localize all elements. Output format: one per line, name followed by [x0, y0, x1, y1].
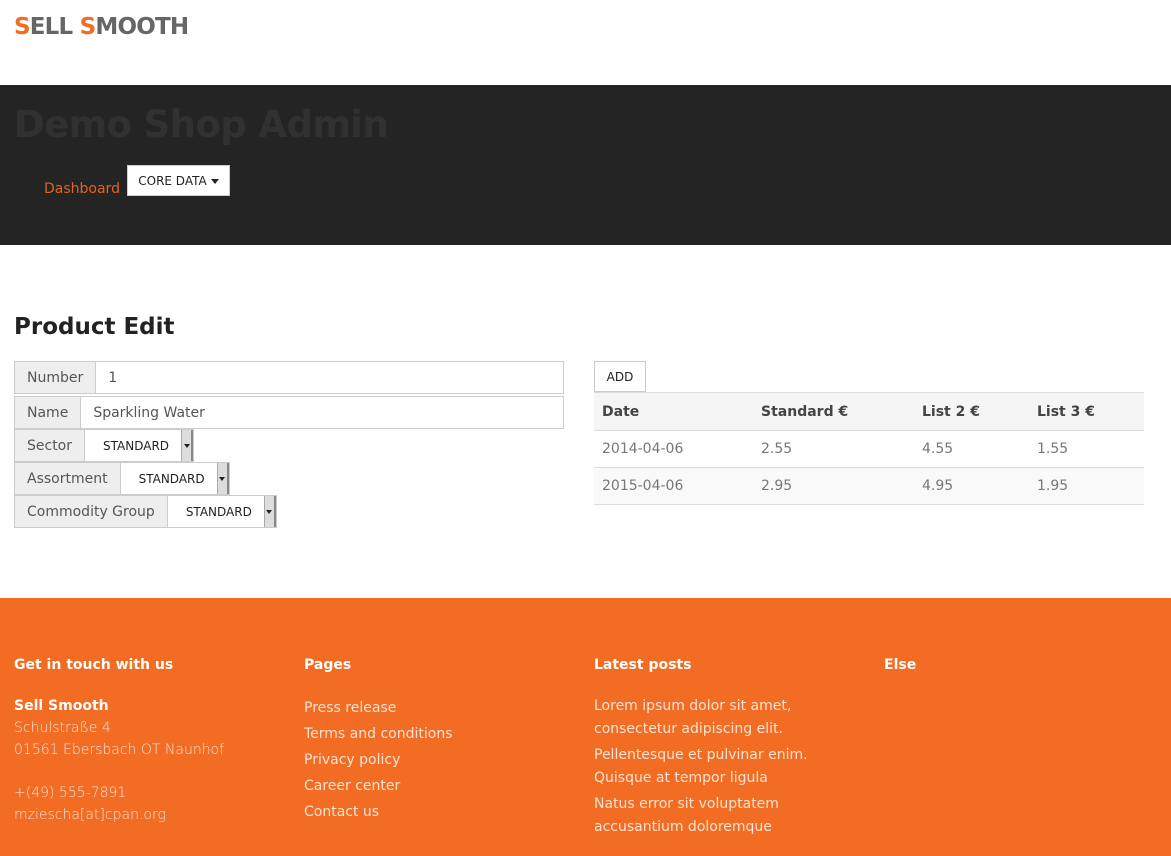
sector-field: Sector STANDARD: [14, 429, 195, 462]
table-header-row: Date Standard € List 2 € List 3 €: [594, 392, 1144, 431]
logo-letter-s2: S: [79, 14, 97, 40]
footer-link-privacy[interactable]: Privacy policy: [304, 747, 453, 773]
column-header-list2: List 2 €: [914, 392, 1029, 431]
caret-down-icon: [210, 179, 219, 184]
site-logo[interactable]: SELL SMOOTH: [14, 14, 189, 40]
cell-date: 2015-04-06: [594, 467, 753, 505]
commodity-group-value: STANDARD: [185, 504, 252, 519]
footer-else: Else: [884, 657, 916, 695]
name-field: Name Sparkling Water: [14, 396, 564, 429]
sector-value: STANDARD: [103, 438, 170, 453]
address-street: Schulstraße 4: [14, 720, 111, 736]
email-address[interactable]: mziescha[at]cpan.org: [14, 804, 224, 826]
footer-contact: Get in touch with us Sell Smooth Schulst…: [14, 657, 224, 826]
select-arrow-icon: [216, 463, 229, 494]
number-input[interactable]: 1: [96, 361, 564, 394]
footer-link-press-release[interactable]: Press release: [304, 695, 453, 721]
select-arrow-icon: [181, 430, 194, 461]
shop-title: Demo Shop Admin: [14, 103, 389, 146]
column-header-list3: List 3 €: [1029, 392, 1144, 431]
core-data-dropdown[interactable]: CORE DATA: [127, 165, 230, 196]
post-link[interactable]: Lorem ipsum dolor sit amet, consectetur …: [594, 695, 854, 741]
hero-banner: Demo Shop Admin Dashboard CORE DATA: [0, 85, 1171, 245]
commodity-group-label: Commodity Group: [14, 495, 168, 528]
footer-else-heading: Else: [884, 657, 917, 673]
logo-text-mooth: MOOTH: [95, 14, 189, 40]
table-row[interactable]: 2014-04-06 2.55 4.55 1.55: [594, 430, 1144, 468]
site-footer: Get in touch with us Sell Smooth Schulst…: [0, 598, 1171, 856]
footer-posts-heading: Latest posts: [594, 657, 692, 673]
post-link[interactable]: Natus error sit voluptatem accusantium d…: [594, 793, 854, 839]
core-data-label: CORE DATA: [138, 173, 207, 188]
cell-date: 2014-04-06: [594, 430, 753, 468]
commodity-group-select[interactable]: STANDARD: [167, 495, 277, 528]
column-header-date: Date: [594, 392, 753, 431]
price-table: Date Standard € List 2 € List 3 € 2014-0…: [594, 392, 1144, 505]
cell-standard: 2.95: [753, 467, 914, 505]
name-label: Name: [14, 396, 82, 429]
footer-link-career[interactable]: Career center: [304, 773, 453, 799]
cell-standard: 2.55: [753, 430, 914, 468]
cell-list3: 1.95: [1029, 467, 1144, 505]
cell-list3: 1.55: [1029, 430, 1144, 468]
table-row[interactable]: 2015-04-06 2.95 4.95 1.95: [594, 467, 1144, 505]
column-header-standard: Standard €: [753, 392, 914, 431]
select-arrow-icon: [263, 496, 276, 527]
footer-link-terms[interactable]: Terms and conditions: [304, 721, 453, 747]
logo-letter-s1: S: [14, 14, 31, 40]
page-title: Product Edit: [14, 314, 175, 340]
sector-label: Sector: [14, 429, 86, 462]
company-name: Sell Smooth: [14, 698, 109, 714]
assortment-value: STANDARD: [138, 471, 205, 486]
sector-select[interactable]: STANDARD: [85, 429, 195, 462]
phone-number: +(49) 555-7891: [14, 785, 127, 801]
number-field: Number 1: [14, 361, 564, 394]
footer-posts: Latest posts Lorem ipsum dolor sit amet,…: [594, 657, 854, 842]
commodity-group-field: Commodity Group STANDARD: [14, 495, 277, 528]
footer-pages-heading: Pages: [304, 657, 352, 673]
footer-contact-heading: Get in touch with us: [14, 657, 174, 673]
name-input[interactable]: Sparkling Water: [81, 396, 564, 429]
add-price-button[interactable]: ADD: [594, 361, 646, 392]
footer-pages: Pages Press release Terms and conditions…: [304, 657, 453, 825]
nav-dashboard-link[interactable]: Dashboard: [44, 181, 120, 197]
assortment-label: Assortment: [14, 462, 121, 495]
assortment-select[interactable]: STANDARD: [120, 462, 230, 495]
footer-link-contact[interactable]: Contact us: [304, 799, 453, 825]
logo-text-ell: ELL: [29, 14, 80, 40]
cell-list2: 4.95: [914, 467, 1029, 505]
address-city: 01561 Ebersbach OT Naunhof: [14, 742, 225, 758]
post-link[interactable]: Pellentesque et pulvinar enim. Quisque a…: [594, 744, 854, 790]
number-label: Number: [14, 361, 97, 394]
assortment-field: Assortment STANDARD: [14, 462, 230, 495]
cell-list2: 4.55: [914, 430, 1029, 468]
